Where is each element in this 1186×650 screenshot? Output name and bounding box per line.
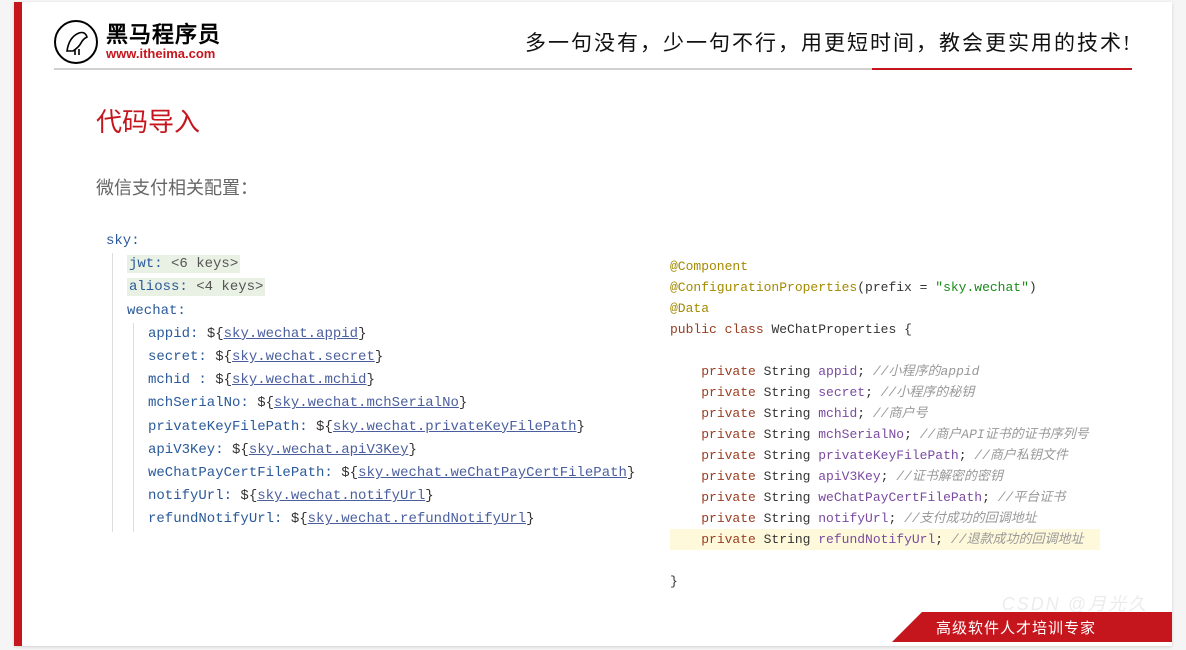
- yaml-code: sky: jwt: <6 keys> alioss: <4 keys> wech…: [106, 230, 635, 532]
- yaml-wechat-key: wechat:: [127, 303, 186, 319]
- yaml-alioss-key: alioss:: [129, 279, 188, 295]
- yaml-root: sky:: [106, 233, 140, 249]
- java-code: @Component @ConfigurationProperties(pref…: [670, 256, 1100, 592]
- yaml-item: mchid : ${sky.wechat.mchid}: [148, 369, 635, 392]
- horse-icon: [54, 20, 98, 64]
- subtitle: 微信支付相关配置：: [96, 174, 258, 200]
- yaml-item: apiV3Key: ${sky.wechat.apiV3Key}: [148, 439, 635, 462]
- yaml-item: secret: ${sky.wechat.secret}: [148, 346, 635, 369]
- yaml-jwt-key: jwt:: [129, 256, 163, 272]
- yaml-item: appid: ${sky.wechat.appid}: [148, 323, 635, 346]
- slide: 黑马程序员 www.itheima.com 多一句没有，少一句不行，用更短时间，…: [14, 2, 1172, 646]
- tagline: 多一句没有，少一句不行，用更短时间，教会更实用的技术!: [525, 27, 1132, 57]
- yaml-item: refundNotifyUrl: ${sky.wechat.refundNoti…: [148, 508, 635, 531]
- accent-bar: [14, 2, 22, 646]
- yaml-alioss-val: <4 keys>: [196, 279, 263, 295]
- yaml-item: privateKeyFilePath: ${sky.wechat.private…: [148, 416, 635, 439]
- footer-text: 高级软件人才培训专家: [936, 617, 1096, 638]
- yaml-jwt-val: <6 keys>: [171, 256, 238, 272]
- yaml-item: mchSerialNo: ${sky.wechat.mchSerialNo}: [148, 392, 635, 415]
- logo: 黑马程序员 www.itheima.com: [54, 20, 221, 64]
- page-title: 代码导入: [96, 102, 200, 139]
- logo-url: www.itheima.com: [106, 47, 221, 61]
- yaml-item: weChatPayCertFilePath: ${sky.wechat.weCh…: [148, 462, 635, 485]
- yaml-item: notifyUrl: ${sky.wechat.notifyUrl}: [148, 485, 635, 508]
- logo-text-cn: 黑马程序员: [106, 23, 221, 47]
- header: 黑马程序员 www.itheima.com 多一句没有，少一句不行，用更短时间，…: [54, 16, 1132, 70]
- footer-ribbon: 高级软件人才培训专家: [922, 612, 1172, 642]
